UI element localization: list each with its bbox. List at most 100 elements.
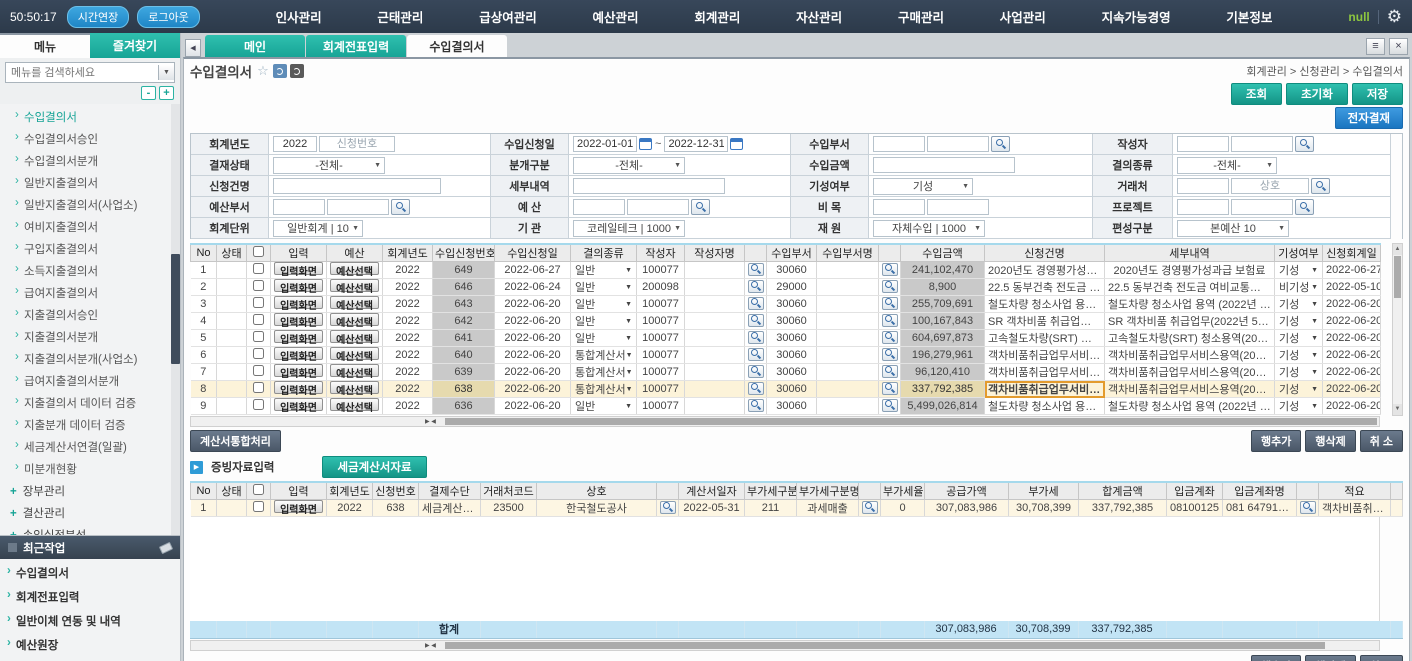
budget-select-button[interactable]: 예산선택 <box>330 296 379 309</box>
budget-select-button[interactable]: 예산선택 <box>330 330 379 343</box>
filter-input[interactable] <box>319 136 395 152</box>
logout-button[interactable]: 로그아웃 <box>137 6 199 28</box>
section-arrow-icon[interactable]: ▶ <box>190 461 203 474</box>
table-row[interactable]: 3입력화면예산선택20226432022-06-20일반▼10007730060… <box>191 296 1381 313</box>
search-lookup-button[interactable] <box>748 331 764 344</box>
filter-input[interactable] <box>1177 136 1229 152</box>
action-button-조회[interactable]: 조회 <box>1231 83 1282 105</box>
filter-input[interactable] <box>873 157 1015 173</box>
row-checkbox[interactable] <box>253 297 264 308</box>
calendar-icon[interactable] <box>639 138 652 150</box>
table-row[interactable]: 9입력화면예산선택20226362022-06-20일반▼10007730060… <box>191 398 1381 415</box>
search-lookup-button[interactable] <box>660 501 676 514</box>
filter-input[interactable] <box>927 136 989 152</box>
sidebar-item[interactable]: 지출분개 데이터 검증 <box>0 414 180 436</box>
top-menu-item[interactable]: 인사관리 <box>276 7 322 26</box>
input-screen-button[interactable]: 입력화면 <box>274 296 323 309</box>
sidebar-item[interactable]: 수입결의서승인 <box>0 128 180 150</box>
grid-button-행삭제[interactable]: 행삭제 <box>1305 430 1355 452</box>
gear-icon[interactable]: ⚙ <box>1387 7 1402 27</box>
search-lookup-button[interactable] <box>882 365 898 378</box>
top-menu-item[interactable]: 지속가능경영 <box>1102 7 1171 26</box>
filter-input[interactable] <box>1231 178 1309 194</box>
sidebar-item[interactable]: 지출결의서분개(사업소) <box>0 348 180 370</box>
row-checkbox[interactable] <box>253 314 264 325</box>
table-row[interactable]: 1입력화면예산선택20226492022-06-27일반▼10007730060… <box>191 262 1381 279</box>
sidebar-item[interactable]: 미분개현황 <box>0 458 180 480</box>
row-checkbox[interactable] <box>253 365 264 376</box>
input-screen-button[interactable]: 입력화면 <box>274 500 323 513</box>
table-row[interactable]: 1입력화면2022638세금계산서/...23500한국철도공사2022-05-… <box>191 500 1403 517</box>
sidebar-item[interactable]: 지출결의서분개 <box>0 326 180 348</box>
sidebar-item[interactable]: 수입결의서분개 <box>0 150 180 172</box>
sidebar-group[interactable]: 손익실적분석 <box>0 524 180 535</box>
budget-select-button[interactable]: 예산선택 <box>330 381 379 394</box>
input-screen-button[interactable]: 입력화면 <box>274 398 323 411</box>
input-screen-button[interactable]: 입력화면 <box>274 364 323 377</box>
filter-select[interactable]: 일반회계 | 10▼ <box>273 220 363 237</box>
search-lookup-button[interactable] <box>882 348 898 361</box>
row-checkbox[interactable] <box>253 501 264 512</box>
cell-select[interactable]: 일반▼ <box>574 313 633 329</box>
budget-select-button[interactable]: 예산선택 <box>330 347 379 360</box>
sidebar-item[interactable]: 급여지출결의서 <box>0 282 180 304</box>
search-lookup-button[interactable] <box>882 314 898 327</box>
top-menu-item[interactable]: 근태관리 <box>377 7 423 26</box>
input-screen-button[interactable]: 입력화면 <box>274 279 323 292</box>
table-row[interactable]: 2입력화면예산선택20226462022-06-24일반▼20009829000… <box>191 279 1381 296</box>
row-checkbox[interactable] <box>253 348 264 359</box>
cell-select[interactable]: 기성▼ <box>1278 381 1319 397</box>
filter-input[interactable] <box>573 199 625 215</box>
sidebar-tab-favorites[interactable]: 즐겨찾기 <box>90 33 180 58</box>
scroll-down-icon[interactable]: ▼ <box>1393 404 1402 415</box>
search-lookup-button[interactable] <box>391 199 410 215</box>
search-lookup-button[interactable] <box>1300 501 1316 514</box>
search-lookup-button[interactable] <box>882 263 898 276</box>
top-menu-item[interactable]: 사업관리 <box>1000 7 1046 26</box>
recent-item[interactable]: 수입결의서 <box>0 561 180 585</box>
sidebar-item[interactable]: 지출결의서승인 <box>0 304 180 326</box>
tab-scroll-left-icon[interactable]: ◀ <box>185 39 201 57</box>
calendar-icon[interactable] <box>730 138 743 150</box>
tab-메인[interactable]: 메인 <box>205 35 305 57</box>
filter-select[interactable]: 기성▼ <box>873 178 973 195</box>
grid-button-행추가[interactable]: 행추가 <box>1251 430 1301 452</box>
filter-input[interactable] <box>1177 178 1229 194</box>
cell-select[interactable]: 비기성▼ <box>1278 279 1319 295</box>
sidebar-item[interactable]: 소득지출결의서 <box>0 260 180 282</box>
filter-input[interactable] <box>1231 136 1293 152</box>
row-checkbox[interactable] <box>253 399 264 410</box>
filter-input[interactable] <box>573 136 637 152</box>
action-button-저장[interactable]: 저장 <box>1352 83 1403 105</box>
search-lookup-button[interactable] <box>748 263 764 276</box>
grid-button-취 소[interactable]: 취 소 <box>1360 655 1403 661</box>
tab-회계전표입력[interactable]: 회계전표입력 <box>306 35 406 57</box>
invoice-merge-button[interactable]: 계산서통합처리 <box>190 430 281 452</box>
table-row[interactable]: 5입력화면예산선택20226412022-06-20일반▼10007730060… <box>191 330 1381 347</box>
filter-input[interactable] <box>573 178 725 194</box>
cell-select[interactable]: 일반▼ <box>574 262 633 278</box>
electronic-approval-button[interactable]: 전자결재 <box>1335 107 1403 129</box>
filter-input[interactable] <box>627 199 689 215</box>
filter-input[interactable] <box>327 199 389 215</box>
filter-input[interactable] <box>1177 199 1229 215</box>
row-checkbox[interactable] <box>253 263 264 274</box>
cell-select[interactable]: 기성▼ <box>1278 296 1319 312</box>
top-menu-item[interactable]: 급상여관리 <box>479 7 537 26</box>
recent-item[interactable]: 예산원장 <box>0 633 180 657</box>
grid-horizontal-scrollbar[interactable]: ▶ ◀ <box>190 416 1380 427</box>
top-menu-item[interactable]: 회계관리 <box>694 7 740 26</box>
filter-select[interactable]: -전체-▼ <box>273 157 385 174</box>
budget-select-button[interactable]: 예산선택 <box>330 364 379 377</box>
cell-select[interactable]: 기성▼ <box>1278 313 1319 329</box>
sidebar-group[interactable]: 결산관리 <box>0 502 180 524</box>
top-menu-item[interactable]: 예산관리 <box>593 7 639 26</box>
cell-select[interactable]: 기성▼ <box>1278 330 1319 346</box>
sidebar-item[interactable]: 수입결의서 <box>0 106 180 128</box>
table-row[interactable]: 8입력화면예산선택20226382022-06-20통합계산서▼10007730… <box>191 381 1381 398</box>
sidebar-item[interactable]: 세금계산서연결(일괄) <box>0 436 180 458</box>
table-row[interactable]: 4입력화면예산선택20226422022-06-20일반▼10007730060… <box>191 313 1381 330</box>
input-screen-button[interactable]: 입력화면 <box>274 313 323 326</box>
search-lookup-button[interactable] <box>882 399 898 412</box>
filter-select[interactable]: -전체-▼ <box>573 157 685 174</box>
